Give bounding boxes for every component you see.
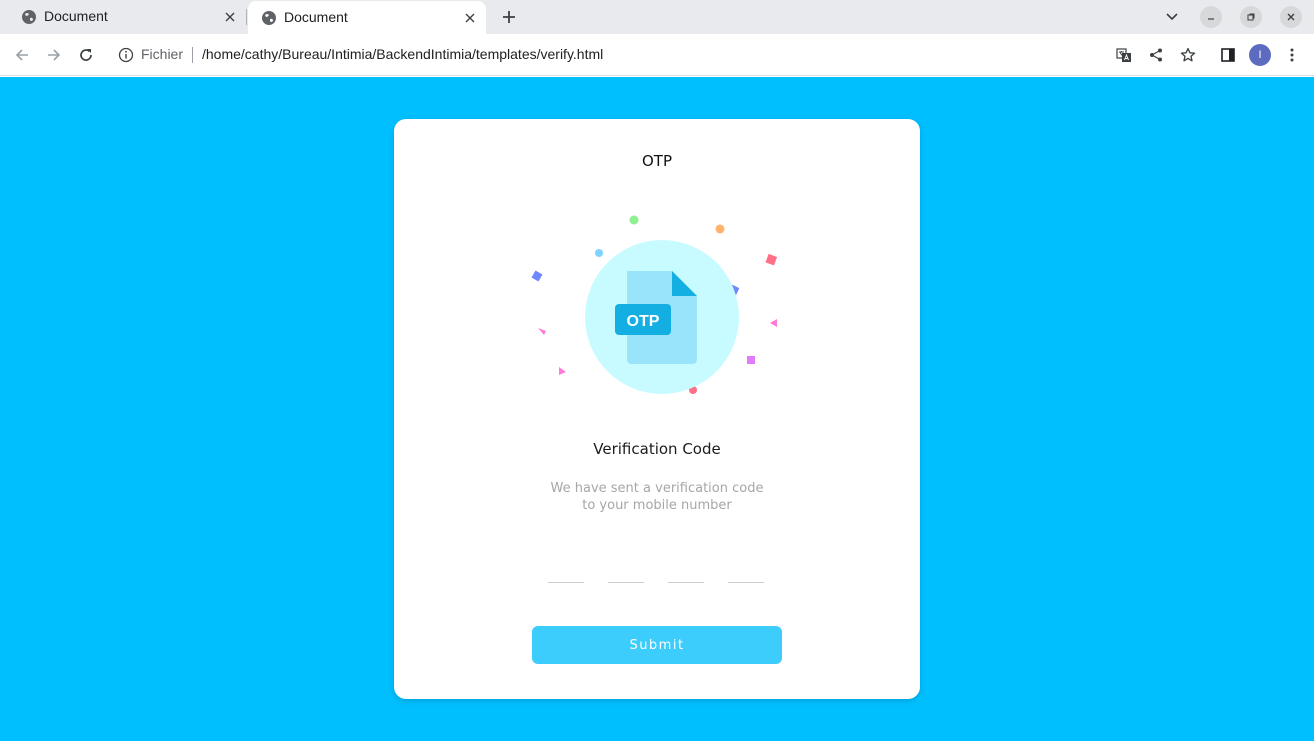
otp-input-group	[548, 559, 768, 583]
close-icon[interactable]	[462, 10, 478, 26]
forward-button[interactable]	[44, 45, 64, 65]
side-panel-icon	[1221, 48, 1235, 62]
close-icon[interactable]	[222, 9, 238, 25]
kebab-menu-icon	[1290, 48, 1294, 62]
share-icon	[1150, 48, 1162, 62]
close-icon	[1287, 13, 1295, 21]
share-button[interactable]	[1146, 45, 1166, 65]
scheme-label: Fichier	[141, 46, 184, 62]
tab-title: Document	[44, 8, 108, 24]
translate-icon	[1116, 48, 1131, 62]
reload-icon	[80, 49, 92, 61]
restore-button[interactable]	[1240, 6, 1262, 28]
address-bar[interactable]: Fichier /home/cathy/Bureau/Intimia/Backe…	[108, 39, 1148, 71]
globe-icon	[22, 10, 36, 24]
page-viewport: OTP OTP Verification Code We have sent a…	[0, 77, 1314, 741]
description-line-2: to your mobile number	[582, 498, 732, 513]
new-tab-button[interactable]	[499, 7, 519, 27]
otp-badge-text: OTP	[627, 313, 660, 330]
description-line-1: We have sent a verification code	[550, 481, 764, 496]
otp-digit-3[interactable]	[668, 559, 704, 583]
side-panel-button[interactable]	[1218, 45, 1238, 65]
chevron-down-icon	[1166, 13, 1178, 21]
star-icon	[1180, 47, 1196, 62]
tab-strip: Document Document	[0, 0, 1314, 34]
minimize-icon	[1208, 18, 1214, 20]
arrow-right-icon	[48, 49, 61, 61]
arrow-left-icon	[15, 49, 28, 61]
otp-card: OTP OTP Verification Code We have sent a…	[394, 119, 920, 699]
minimize-button[interactable]	[1200, 6, 1222, 28]
address-separator	[192, 47, 193, 63]
profile-avatar[interactable]: I	[1249, 44, 1271, 66]
submit-button[interactable]: Submit	[532, 626, 782, 664]
verification-heading: Verification Code	[593, 440, 721, 458]
tab-separator	[246, 9, 247, 25]
globe-icon	[262, 11, 276, 25]
menu-button[interactable]	[1282, 45, 1302, 65]
url-text[interactable]: /home/cathy/Bureau/Intimia/BackendIntimi…	[202, 46, 603, 62]
browser-toolbar: Fichier /home/cathy/Bureau/Intimia/Backe…	[0, 34, 1314, 76]
verification-description: We have sent a verification code to your…	[394, 480, 920, 514]
restore-icon	[1247, 13, 1255, 21]
tab-document-1[interactable]: Document	[8, 0, 246, 34]
close-window-button[interactable]	[1280, 6, 1302, 28]
tab-title: Document	[284, 9, 348, 25]
otp-digit-2[interactable]	[608, 559, 644, 583]
otp-digit-4[interactable]	[728, 559, 764, 583]
bookmark-button[interactable]	[1178, 45, 1198, 65]
tab-document-2[interactable]: Document	[248, 1, 486, 34]
tab-search-button[interactable]	[1163, 8, 1181, 26]
plus-icon	[503, 11, 515, 23]
reload-button[interactable]	[76, 45, 96, 65]
translate-button[interactable]	[1114, 45, 1134, 65]
back-button[interactable]	[12, 45, 32, 65]
otp-illustration: OTP	[531, 215, 778, 394]
info-icon[interactable]	[118, 47, 134, 63]
card-title: OTP	[641, 152, 672, 170]
otp-digit-1[interactable]	[548, 559, 584, 583]
